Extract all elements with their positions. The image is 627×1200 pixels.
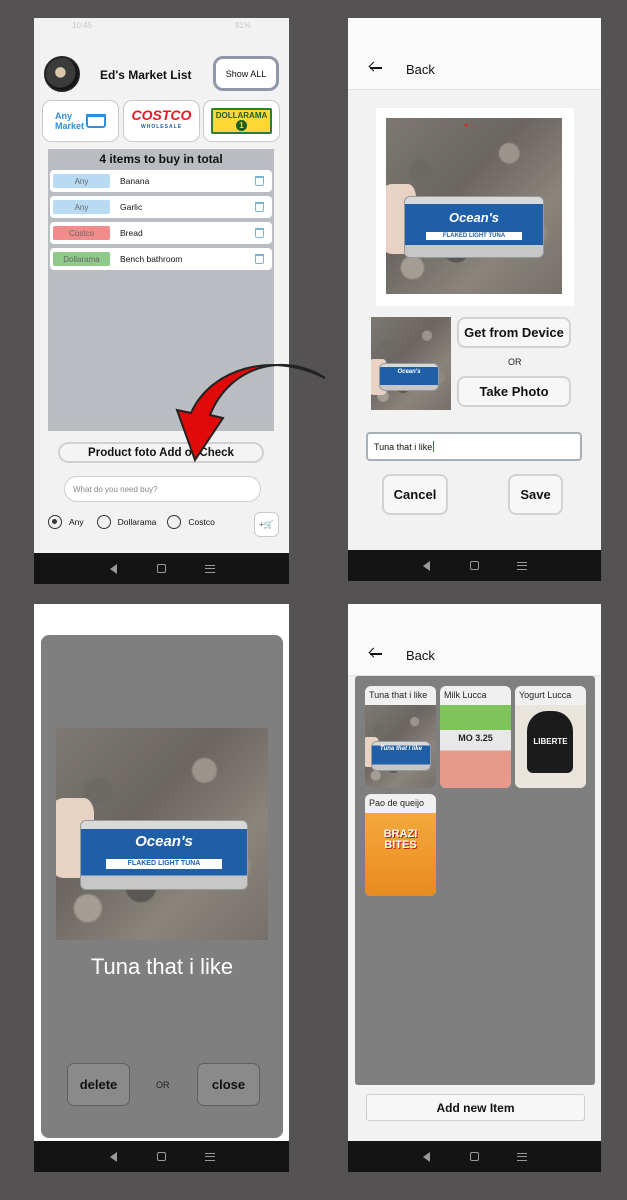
delete-button[interactable]: delete bbox=[67, 1063, 130, 1106]
photo-thumbnail: Ocean's bbox=[371, 317, 451, 410]
nav-back-icon[interactable] bbox=[106, 1150, 120, 1164]
tuna-can-image: Ocean's FLAKED LIGHT TUNA bbox=[404, 196, 544, 258]
nav-back-icon[interactable] bbox=[106, 562, 120, 576]
text-cursor bbox=[433, 441, 435, 452]
store-radio-group: Any Dollarama Costco bbox=[48, 515, 224, 529]
store-tag: Any bbox=[53, 200, 110, 214]
nav-menu-icon[interactable] bbox=[515, 1150, 529, 1164]
radio-label: Costco bbox=[188, 517, 215, 527]
tuna-can-image: Ocean's FLAKED LIGHT TUNA bbox=[80, 820, 248, 890]
trash-icon[interactable] bbox=[255, 228, 264, 238]
product-name: Tuna that i like bbox=[90, 954, 234, 979]
store-dollarama-button[interactable]: DOLLARAMA 1 bbox=[203, 100, 280, 142]
trash-icon[interactable] bbox=[255, 254, 264, 264]
gallery-tile[interactable]: Yogurt Lucca LIBERTE bbox=[515, 686, 586, 788]
back-label[interactable]: Back bbox=[406, 62, 435, 77]
nav-home-icon[interactable] bbox=[467, 1150, 481, 1164]
any-market-logo: Any Market bbox=[55, 111, 106, 131]
shopping-list-panel: 4 items to buy in total Any Banana Any G… bbox=[48, 149, 274, 431]
yogurt-tub-image: LIBERTE bbox=[515, 705, 586, 788]
app-title: Ed's Market List bbox=[100, 68, 192, 82]
list-item[interactable]: Dollarama Bench bathroom bbox=[50, 248, 272, 270]
tile-label: Tuna that i like bbox=[369, 690, 428, 700]
tuna-can-image: Tuna that i like bbox=[365, 705, 436, 788]
item-name: Garlic bbox=[120, 202, 143, 212]
tile-label: Yogurt Lucca bbox=[519, 690, 572, 700]
tile-label: Milk Lucca bbox=[444, 690, 487, 700]
nav-home-icon[interactable] bbox=[154, 562, 168, 576]
photo-dialog: Ocean's FLAKED LIGHT TUNA Tuna that i li… bbox=[41, 635, 283, 1138]
gallery-tile[interactable]: Tuna that i like Tuna that i like bbox=[365, 686, 436, 788]
cancel-button[interactable]: Cancel bbox=[382, 474, 448, 515]
android-nav-bar bbox=[348, 550, 601, 581]
back-arrow-icon[interactable] bbox=[370, 648, 382, 660]
main-list-screen: 10:45 91% Ed's Market List Show ALL Any M… bbox=[34, 18, 289, 584]
nav-menu-icon[interactable] bbox=[203, 562, 217, 576]
add-to-cart-button[interactable]: + 🛒 bbox=[254, 512, 279, 537]
photo-detail-screen: Ocean's FLAKED LIGHT TUNA Tuna that i li… bbox=[34, 604, 289, 1172]
gallery-tile[interactable]: Pao de queijo BRAZI BITES bbox=[365, 794, 436, 896]
add-new-item-button[interactable]: Add new Item bbox=[366, 1094, 585, 1121]
snack-bag-image: BRAZI BITES bbox=[365, 813, 436, 896]
add-photo-screen: Back ● ... Ocean's FLAKED LIGHT TUNA Oce… bbox=[348, 18, 601, 581]
photo-grid: Tuna that i like Tuna that i like Milk L… bbox=[355, 676, 595, 1085]
back-label[interactable]: Back bbox=[406, 648, 435, 663]
close-button[interactable]: close bbox=[197, 1063, 260, 1106]
camera-preview: ● ... Ocean's FLAKED LIGHT TUNA bbox=[376, 108, 574, 306]
list-item[interactable]: Any Garlic bbox=[50, 196, 272, 218]
need-input[interactable]: What do you need buy? bbox=[64, 476, 261, 502]
product-name-input[interactable]: Tuna that i like bbox=[366, 432, 582, 461]
top-bar: Back bbox=[348, 604, 601, 676]
take-photo-button[interactable]: Take Photo bbox=[457, 376, 571, 407]
show-all-button[interactable]: Show ALL bbox=[213, 56, 279, 91]
store-any-market-button[interactable]: Any Market bbox=[42, 100, 119, 142]
list-item[interactable]: Costco Bread bbox=[50, 222, 272, 244]
item-name: Banana bbox=[120, 176, 150, 186]
nav-home-icon[interactable] bbox=[467, 559, 481, 573]
back-arrow-icon[interactable] bbox=[370, 62, 382, 74]
status-bar: 10:45 91% bbox=[34, 18, 289, 32]
product-photo-button[interactable]: Product foto Add or Check bbox=[58, 442, 264, 463]
store-tag: Costco bbox=[53, 226, 110, 240]
or-label: OR bbox=[156, 1080, 170, 1090]
nav-menu-icon[interactable] bbox=[515, 559, 529, 573]
android-nav-bar bbox=[34, 553, 289, 584]
store-tag: Any bbox=[53, 174, 110, 188]
list-count-title: 4 items to buy in total bbox=[99, 152, 223, 166]
status-battery: 91% bbox=[234, 21, 251, 30]
android-nav-bar bbox=[348, 1141, 601, 1172]
save-button[interactable]: Save bbox=[508, 474, 563, 515]
radio-costco[interactable] bbox=[167, 515, 182, 529]
gallery-tile[interactable]: Milk Lucca MO 3.25 bbox=[440, 686, 511, 788]
radio-label: Any bbox=[69, 517, 84, 527]
product-photo: Ocean's FLAKED LIGHT TUNA bbox=[56, 728, 268, 940]
radio-dollarama[interactable] bbox=[96, 515, 111, 529]
tile-label: Pao de queijo bbox=[369, 798, 425, 808]
or-label: OR bbox=[508, 357, 522, 367]
trash-icon[interactable] bbox=[255, 176, 264, 186]
top-bar: Back bbox=[348, 18, 601, 90]
nav-home-icon[interactable] bbox=[154, 1150, 168, 1164]
dollarama-logo: DOLLARAMA 1 bbox=[210, 108, 273, 134]
item-name: Bread bbox=[120, 228, 143, 238]
item-name: Bench bathroom bbox=[120, 254, 183, 264]
store-costco-button[interactable]: COSTCO WHOLESALE bbox=[123, 100, 200, 142]
trash-icon[interactable] bbox=[255, 202, 264, 212]
radio-label: Dollarama bbox=[117, 517, 157, 527]
store-tag: Dollarama bbox=[53, 252, 110, 266]
milk-carton-image: MO 3.25 bbox=[440, 705, 511, 788]
avatar[interactable] bbox=[44, 56, 80, 92]
radio-any[interactable] bbox=[48, 515, 62, 529]
nav-back-icon[interactable] bbox=[420, 559, 434, 573]
costco-logo: COSTCO WHOLESALE bbox=[131, 107, 192, 130]
status-time: 10:45 bbox=[72, 21, 93, 30]
list-item[interactable]: Any Banana bbox=[50, 170, 272, 192]
cart-icon bbox=[86, 114, 106, 128]
get-from-device-button[interactable]: Get from Device bbox=[457, 317, 571, 348]
nav-back-icon[interactable] bbox=[420, 1150, 434, 1164]
nav-menu-icon[interactable] bbox=[203, 1150, 217, 1164]
photo-gallery-screen: Back Tuna that i like Tuna that i like M… bbox=[348, 604, 601, 1172]
android-nav-bar bbox=[34, 1141, 289, 1172]
